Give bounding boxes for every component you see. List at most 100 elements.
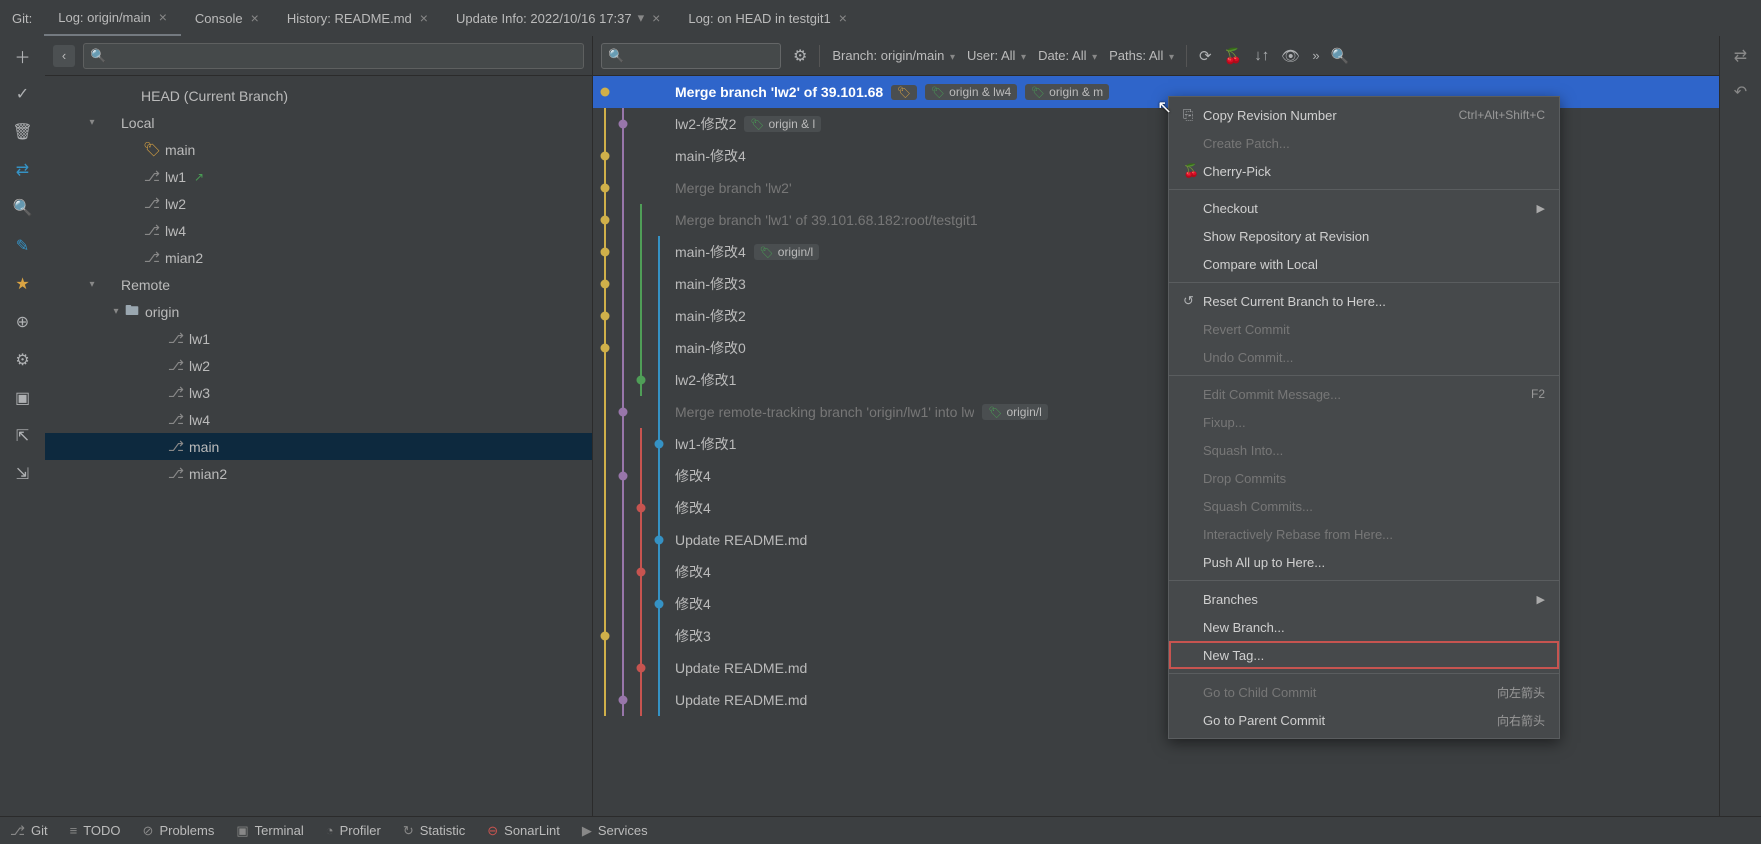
tree-row[interactable]: ⎇main: [45, 433, 592, 460]
tool-window-button[interactable]: ◔Profiler: [326, 823, 381, 838]
context-menu-item[interactable]: Go to Parent Commit向右箭头: [1169, 706, 1559, 734]
close-icon[interactable]: ×: [159, 9, 167, 25]
tool-label: Terminal: [255, 823, 304, 838]
menu-item-label: Copy Revision Number: [1203, 108, 1459, 123]
tool-icon: ▶: [582, 823, 592, 839]
close-icon[interactable]: ×: [652, 10, 660, 26]
tool-label: Problems: [159, 823, 214, 838]
back-button[interactable]: ‹: [53, 45, 75, 67]
commit-icon[interactable]: ✓: [13, 84, 33, 104]
tree-row[interactable]: ▾🖿origin: [45, 298, 592, 325]
menu-item-label: New Tag...: [1203, 648, 1545, 663]
tool-icon: ◔: [326, 823, 334, 838]
tree-row[interactable]: ⎇lw2: [45, 190, 592, 217]
tool-icon: ≡: [70, 823, 78, 838]
ref-tag[interactable]: 🏷origin/l: [982, 404, 1047, 420]
tool-window-button[interactable]: ≡TODO: [70, 823, 121, 838]
star-icon[interactable]: ★: [13, 274, 33, 294]
context-menu-item[interactable]: Checkout▶: [1169, 194, 1559, 222]
ref-tag[interactable]: 🏷: [891, 85, 917, 100]
context-menu-item[interactable]: ↺Reset Current Branch to Here...: [1169, 287, 1559, 315]
commit-message: lw1-修改1: [675, 434, 736, 454]
commit-node: [637, 664, 646, 673]
tree-label: lw4: [189, 412, 210, 428]
tree-row[interactable]: ⎇lw3: [45, 379, 592, 406]
context-menu-item[interactable]: ⎘Copy Revision NumberCtrl+Alt+Shift+C: [1169, 101, 1559, 129]
expand-icon: ▾: [85, 117, 99, 128]
tab[interactable]: Console×: [181, 0, 273, 36]
tag-icon: 🏷: [143, 141, 161, 158]
close-icon[interactable]: ×: [420, 10, 428, 26]
tool-window-button[interactable]: ⊘Problems: [143, 823, 215, 839]
log-settings-icon[interactable]: ⚙: [793, 46, 807, 66]
target-icon[interactable]: ⊕: [13, 312, 33, 332]
sort-icon[interactable]: ↓↑: [1254, 47, 1269, 64]
tool-window-button[interactable]: ▣Terminal: [236, 823, 303, 839]
date-filter[interactable]: Date: All ▾: [1038, 48, 1097, 63]
refresh-icon[interactable]: ⟳: [1199, 47, 1212, 65]
ref-tag[interactable]: 🏷origin & m: [1025, 84, 1109, 100]
plus-icon[interactable]: ＋: [13, 46, 33, 66]
branch-search-input[interactable]: 🔍: [83, 43, 584, 69]
branch-filter[interactable]: Branch: origin/main ▾: [832, 48, 955, 63]
tool-window-button[interactable]: ⎇Git: [10, 823, 48, 839]
log-search-input[interactable]: 🔍: [601, 43, 781, 69]
tree-row[interactable]: ⎇lw4: [45, 217, 592, 244]
commit-message: Merge branch 'lw1' of 39.101.68.182:root…: [675, 212, 978, 228]
commit-message: lw2-修改1: [675, 370, 736, 390]
gear-icon[interactable]: ⚙: [13, 350, 33, 370]
cherry-pick-icon[interactable]: 🍒: [1224, 47, 1243, 65]
commit-message: 修改4: [675, 594, 711, 614]
tree-row[interactable]: ⎇lw1↗: [45, 163, 592, 190]
branch-icon: ⎇: [168, 384, 184, 401]
tool-window-button[interactable]: ⊖SonarLint: [487, 823, 560, 839]
close-icon[interactable]: ×: [251, 10, 259, 26]
tree-row[interactable]: ⎇lw1: [45, 325, 592, 352]
tree-row[interactable]: ⎇mian2: [45, 460, 592, 487]
tool-window-button[interactable]: ↻Statistic: [403, 823, 465, 839]
tab[interactable]: History: README.md×: [273, 0, 442, 36]
tree-row[interactable]: HEAD (Current Branch): [45, 82, 592, 109]
ref-label: origin & l: [768, 117, 815, 131]
context-menu-item[interactable]: New Tag...: [1169, 641, 1559, 669]
tool-window-button[interactable]: ▶Services: [582, 823, 648, 839]
tab[interactable]: Update Info: 2022/10/16 17:37▾×: [442, 0, 674, 36]
tree-row[interactable]: ⎇lw2: [45, 352, 592, 379]
ref-tag[interactable]: 🏷origin & l: [744, 116, 821, 132]
branch-icon: ⎇: [168, 357, 184, 374]
context-menu-item[interactable]: New Branch...: [1169, 613, 1559, 641]
more-icon[interactable]: »: [1312, 48, 1318, 63]
tag-icon: 🏷: [760, 246, 774, 259]
context-menu-item[interactable]: Branches▶: [1169, 585, 1559, 613]
trash-icon[interactable]: 🗑: [13, 122, 33, 142]
ref-tag[interactable]: 🏷origin & lw4: [925, 84, 1017, 100]
paths-filter[interactable]: Paths: All ▾: [1109, 48, 1174, 63]
find-icon[interactable]: 🔍: [1331, 47, 1350, 65]
left-toolstrip: ＋ ✓ 🗑 ⇄ 🔍 ✎ ★ ⊕ ⚙ ▣ ⇱ ⇲: [0, 36, 45, 816]
edit-icon[interactable]: ✎: [13, 236, 33, 256]
undo-icon[interactable]: ↶: [1734, 82, 1747, 102]
context-menu-item[interactable]: Compare with Local: [1169, 250, 1559, 278]
tree-row[interactable]: ▾Remote: [45, 271, 592, 298]
context-menu-item[interactable]: Push All up to Here...: [1169, 548, 1559, 576]
context-menu-item[interactable]: Show Repository at Revision: [1169, 222, 1559, 250]
tab[interactable]: Log: on HEAD in testgit1×: [674, 0, 861, 36]
layout-icon[interactable]: ▣: [13, 388, 33, 408]
ref-tag[interactable]: 🏷origin/l: [754, 244, 819, 260]
expand-icon[interactable]: ⇲: [13, 464, 33, 484]
tree-row[interactable]: ⎇mian2: [45, 244, 592, 271]
search-icon[interactable]: 🔍: [13, 198, 33, 218]
close-icon[interactable]: ×: [839, 10, 847, 26]
tree-row[interactable]: 🏷main: [45, 136, 592, 163]
commit-node: [601, 184, 610, 193]
update-icon[interactable]: ⇄: [13, 160, 33, 180]
swap-icon[interactable]: ⇄: [1734, 46, 1747, 66]
context-menu-item[interactable]: 🍒Cherry-Pick: [1169, 157, 1559, 185]
user-filter[interactable]: User: All ▾: [967, 48, 1026, 63]
eye-icon[interactable]: 👁: [1281, 47, 1300, 65]
collapse-icon[interactable]: ⇱: [13, 426, 33, 446]
tree-row[interactable]: ▾Local: [45, 109, 592, 136]
tab[interactable]: Log: origin/main×: [44, 0, 181, 36]
tree-row[interactable]: ⎇lw4: [45, 406, 592, 433]
commit-node: [637, 568, 646, 577]
